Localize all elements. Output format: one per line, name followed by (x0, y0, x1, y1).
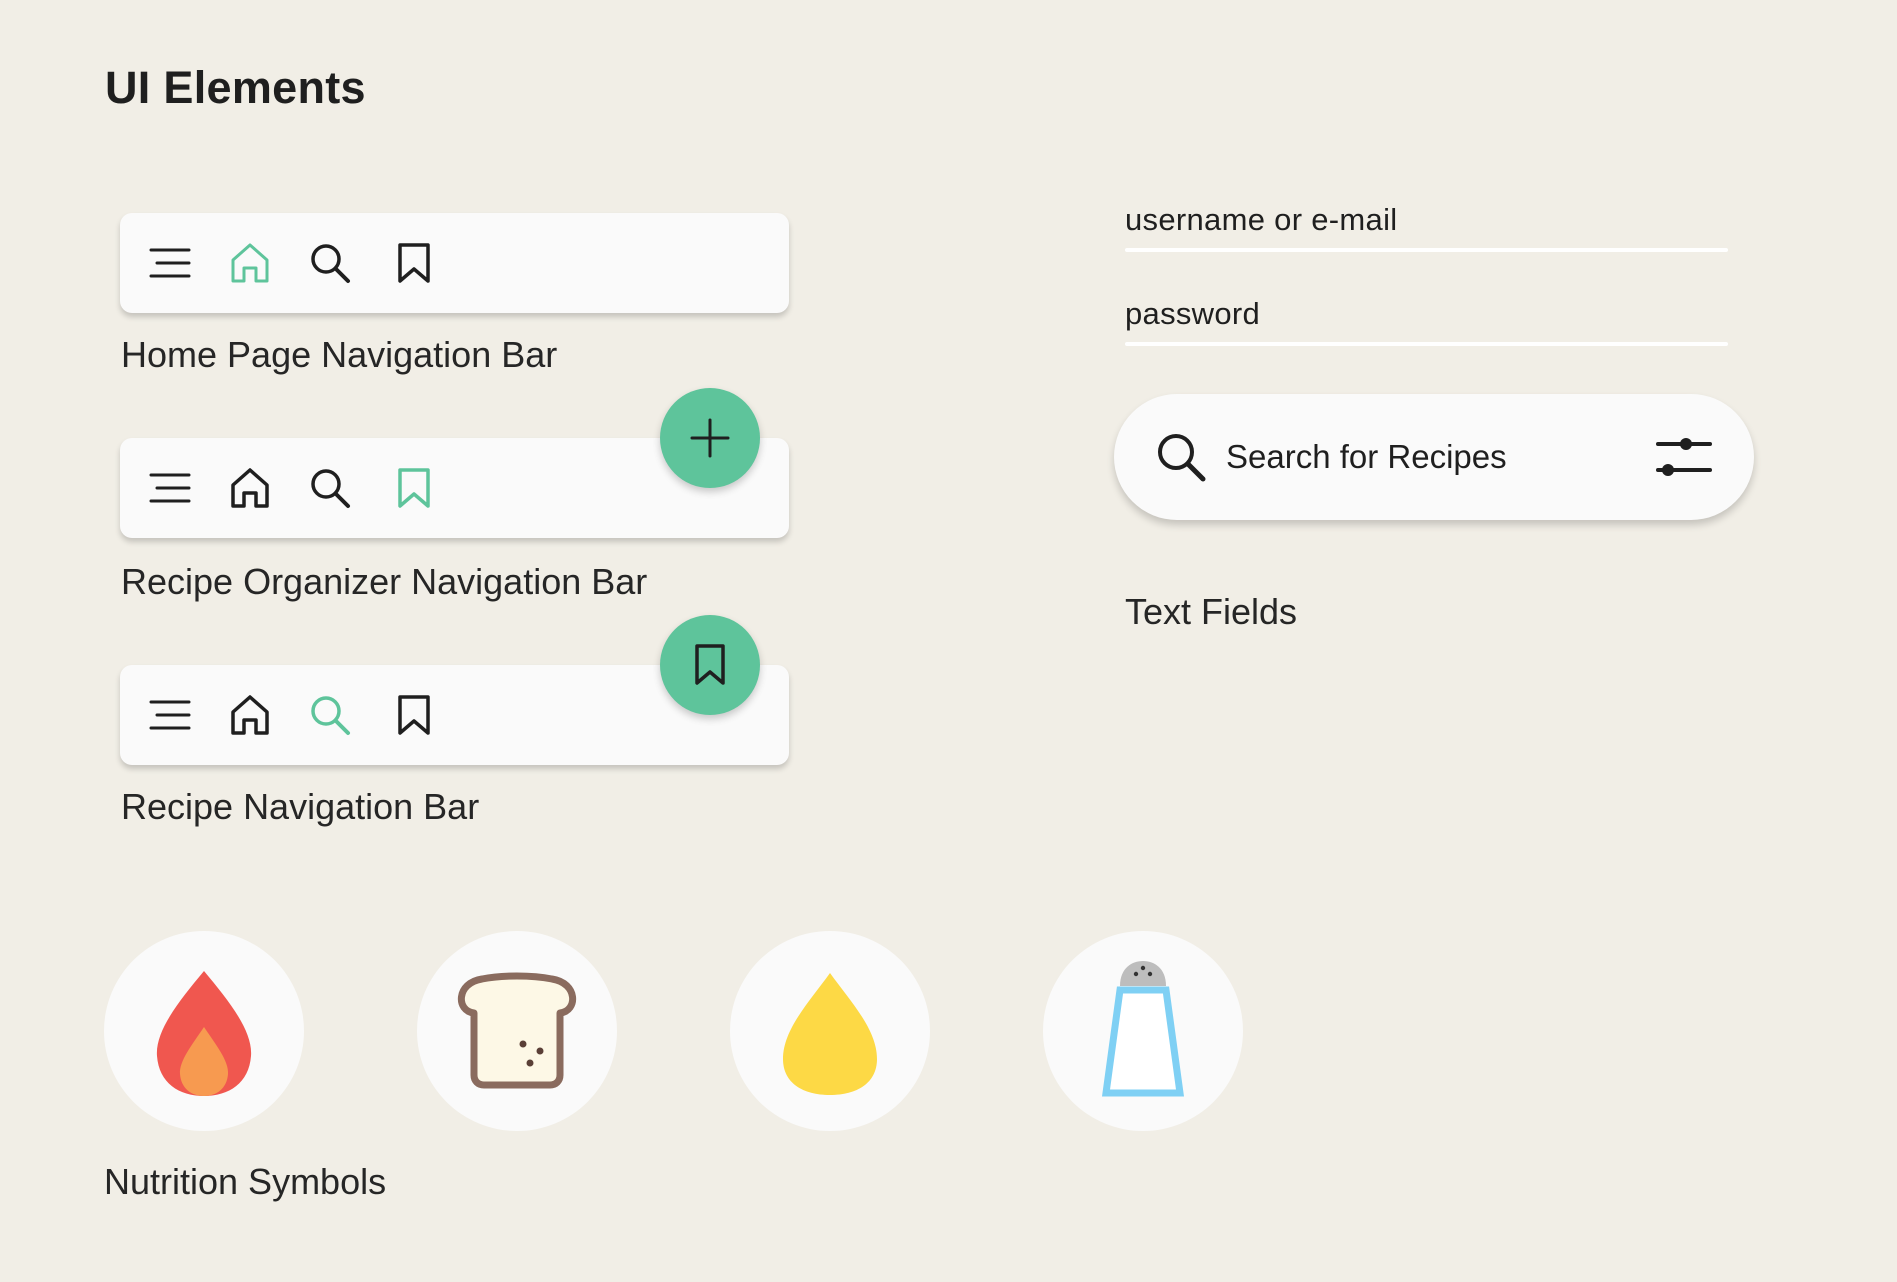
search-icon[interactable] (306, 464, 354, 512)
home-icon[interactable] (226, 464, 274, 512)
bookmark-icon[interactable] (390, 691, 438, 739)
add-fab-button[interactable] (660, 388, 760, 488)
home-icon[interactable] (226, 239, 274, 287)
carbs-symbol (417, 931, 617, 1131)
recipe-navbar-label: Recipe Navigation Bar (121, 786, 480, 827)
text-fields-label: Text Fields (1125, 591, 1298, 632)
password-field[interactable] (1125, 294, 1728, 334)
home-icon[interactable] (226, 691, 274, 739)
recipe-search-bar (1114, 394, 1754, 520)
plus-icon (690, 418, 730, 458)
username-field-wrapper (1125, 200, 1728, 252)
search-icon[interactable] (306, 239, 354, 287)
calories-flame-icon (156, 971, 252, 1096)
username-field[interactable] (1125, 200, 1728, 240)
home-page-navbar-label: Home Page Navigation Bar (121, 334, 558, 375)
bookmark-icon (695, 644, 725, 685)
password-field-wrapper (1125, 294, 1728, 346)
bookmark-fab-button[interactable] (660, 615, 760, 715)
menu-icon[interactable] (146, 464, 194, 512)
fat-symbol (730, 931, 930, 1131)
calories-symbol (104, 931, 304, 1131)
fat-drop-icon (783, 973, 877, 1095)
bookmark-icon[interactable] (390, 239, 438, 287)
page-title: UI Elements (105, 62, 366, 113)
search-input[interactable] (1226, 434, 1626, 480)
menu-icon[interactable] (146, 691, 194, 739)
sodium-symbol (1043, 931, 1243, 1131)
password-underline (1125, 342, 1728, 346)
search-icon[interactable] (306, 691, 354, 739)
sodium-salt-shaker-icon (1101, 961, 1185, 1097)
menu-icon[interactable] (146, 239, 194, 287)
carbs-bread-icon (457, 972, 577, 1089)
filter-sliders-icon[interactable] (1654, 430, 1714, 484)
search-icon (1158, 434, 1206, 482)
recipe-organizer-navbar-label: Recipe Organizer Navigation Bar (121, 561, 648, 602)
username-underline (1125, 248, 1728, 252)
home-page-navbar (120, 213, 789, 313)
nutrition-symbols-label: Nutrition Symbols (104, 1161, 387, 1202)
bookmark-icon[interactable] (390, 464, 438, 512)
